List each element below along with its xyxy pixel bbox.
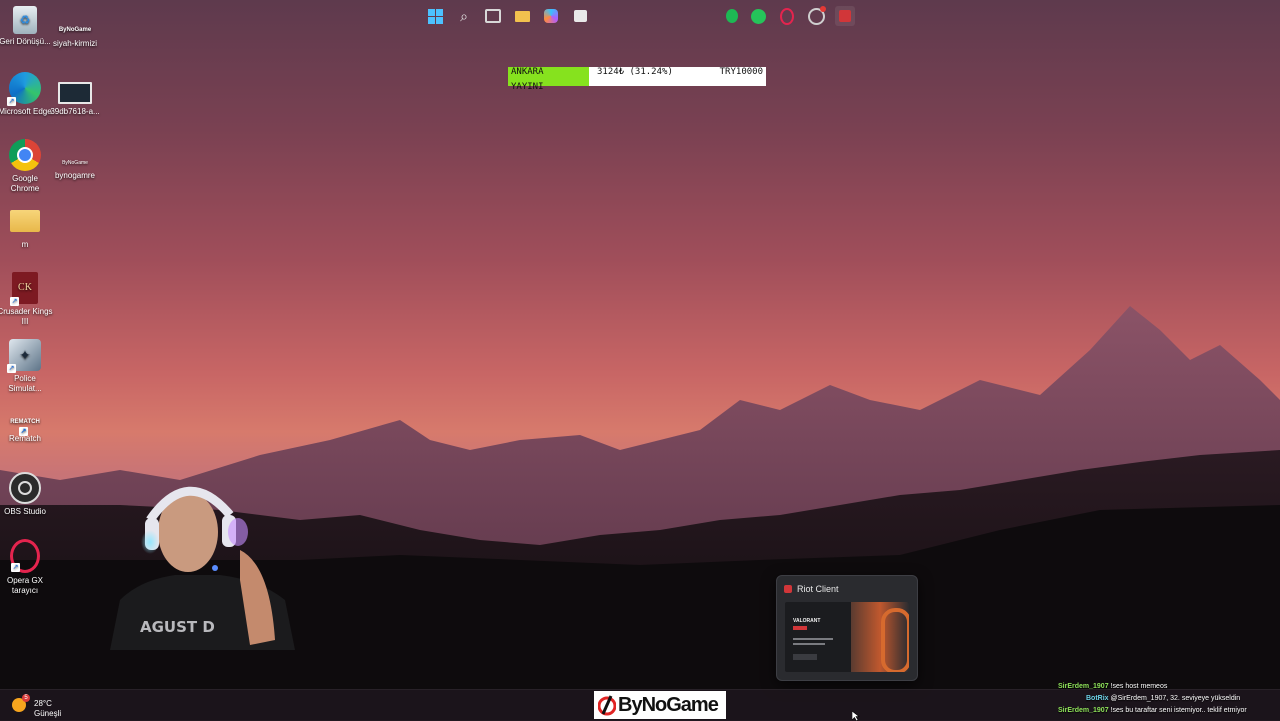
desktop-icon-label: Geri Dönüşü... xyxy=(0,37,51,46)
riot-preview-title: Riot Client xyxy=(797,584,839,594)
weather-desc: Güneşli xyxy=(34,709,62,718)
edge-icon: ↗ xyxy=(7,72,41,106)
store-button[interactable] xyxy=(570,6,590,26)
task-view-icon xyxy=(485,9,501,23)
shortcut-arrow-icon: ↗ xyxy=(11,563,20,572)
opera-gx-icon xyxy=(780,7,794,25)
stream-chat-overlay: SirErdem_1907 !ses host memeos BotRix @S… xyxy=(1058,681,1280,717)
desktop-icon-edge[interactable]: ↗ Microsoft Edge xyxy=(0,72,53,117)
riot-preview-thumbnail: VALORANT xyxy=(785,602,909,672)
chat-app-icon xyxy=(750,8,766,24)
folder-icon xyxy=(10,210,40,232)
spotify-button[interactable] xyxy=(722,6,742,26)
shortcut-arrow-icon: ↗ xyxy=(7,364,16,373)
riot-client-preview[interactable]: Riot Client VALORANT xyxy=(776,575,918,681)
chat-message: SirErdem_1907 !ses host memeos xyxy=(1058,683,1168,690)
desktop-icon-label: m xyxy=(21,240,29,249)
image-file-icon xyxy=(58,82,92,104)
shortcut-arrow-icon: ↗ xyxy=(7,97,16,106)
desktop-icon-label: Microsoft Edge xyxy=(0,107,52,116)
desktop-icon-label: Police Simulat... xyxy=(8,374,42,393)
desktop-icon-rematch[interactable]: REMATCH ↗ Rematch xyxy=(0,414,53,444)
opera-gx-taskbar-button[interactable] xyxy=(777,6,797,26)
riot-client-taskbar-button[interactable] xyxy=(835,6,855,26)
desktop-icon-label: Crusader Kings III xyxy=(0,307,53,326)
police-simulator-icon: ✦ ↗ xyxy=(7,339,41,373)
donation-goal-bar: ANKARA YAYINI 3124₺ (31.24%) TRY10000 xyxy=(508,67,766,92)
desktop-icon-label: 39db7618-a... xyxy=(50,107,100,116)
desktop-icon-folder-m[interactable]: m xyxy=(0,206,53,250)
obs-icon xyxy=(9,472,41,504)
desktop-icon-chrome[interactable]: Google Chrome xyxy=(0,139,53,194)
riot-client-icon xyxy=(839,10,851,22)
desktop-icon-label: siyah-kirmizi xyxy=(53,39,97,48)
riot-client-icon xyxy=(784,585,792,593)
bynogame-logo: ByNoGame xyxy=(594,691,726,719)
windows-start-icon xyxy=(427,8,443,24)
rematch-icon: REMATCH ↗ xyxy=(10,419,40,436)
search-button[interactable]: ⌕ xyxy=(454,6,474,26)
valorant-title: VALORANT xyxy=(793,618,821,624)
donation-goal: TRY10000 xyxy=(719,67,763,77)
donation-title: ANKARA YAYINI xyxy=(511,67,544,92)
start-button[interactable] xyxy=(425,6,445,26)
opera-gx-icon: ↗ xyxy=(10,539,40,573)
donation-amount: 3124₺ (31.24%) xyxy=(597,67,673,77)
bynogame-file-icon: ByNoGame xyxy=(58,27,92,33)
chat-message: BotRix @SirErdem_1907, 32. seviyeye yüks… xyxy=(1086,695,1241,702)
desktop-icon-label: Opera GX tarayıcı xyxy=(6,576,43,595)
copilot-button[interactable] xyxy=(541,6,561,26)
notification-badge: 5 xyxy=(22,694,30,702)
webcam-overlay: AGUST D xyxy=(110,486,295,650)
chat-message: SirErdem_1907 !ses bu taraftar seni iste… xyxy=(1058,707,1247,714)
desktop-icon-39db7618[interactable]: 39db7618-a... xyxy=(47,82,103,117)
shortcut-arrow-icon: ↗ xyxy=(10,297,19,306)
webcam-shirt-text: AGUST D xyxy=(140,618,215,636)
file-explorer-button[interactable] xyxy=(512,6,532,26)
store-icon xyxy=(573,10,587,22)
desktop-icon-label: OBS Studio xyxy=(4,507,46,516)
weather-temp: 28°C xyxy=(34,699,52,708)
bynogame-file-icon: ByNoGame xyxy=(62,160,88,166)
shortcut-arrow-icon: ↗ xyxy=(19,427,28,436)
desktop-icon-bynogamre[interactable]: ByNoGame bynogamre xyxy=(47,158,103,181)
file-explorer-icon xyxy=(514,10,530,22)
search-icon: ⌕ xyxy=(460,7,468,24)
crusader-kings-icon: CK ↗ xyxy=(10,272,38,306)
chat-app-button[interactable] xyxy=(748,6,768,26)
steam-button[interactable] xyxy=(806,6,826,26)
recycle-bin-icon: ♻ xyxy=(13,6,37,34)
bynogame-mark-icon xyxy=(598,695,616,716)
notification-dot-icon xyxy=(820,6,826,12)
desktop-icon-recycle-bin[interactable]: ♻ Geri Dönüşü... xyxy=(0,6,53,47)
desktop-icon-label: bynogamre xyxy=(54,171,96,180)
desktop-icon-obs[interactable]: OBS Studio xyxy=(0,472,53,517)
task-view-button[interactable] xyxy=(483,6,503,26)
desktop-icon-crusader-kings[interactable]: CK ↗ Crusader Kings III xyxy=(0,272,53,327)
copilot-icon xyxy=(544,9,558,23)
desktop-icon-opera-gx[interactable]: ↗ Opera GX tarayıcı xyxy=(0,539,53,596)
chrome-icon xyxy=(9,139,41,171)
bynogame-logo-text: ByNoGame xyxy=(618,693,719,716)
desktop-icon-police-simulator[interactable]: ✦ ↗ Police Simulat... xyxy=(0,339,53,394)
desktop-icon-label: Google Chrome xyxy=(10,174,40,193)
spotify-icon xyxy=(726,9,738,23)
desktop-icon-siyah-kirmizi[interactable]: ByNoGame siyah-kirmizi xyxy=(47,24,103,49)
